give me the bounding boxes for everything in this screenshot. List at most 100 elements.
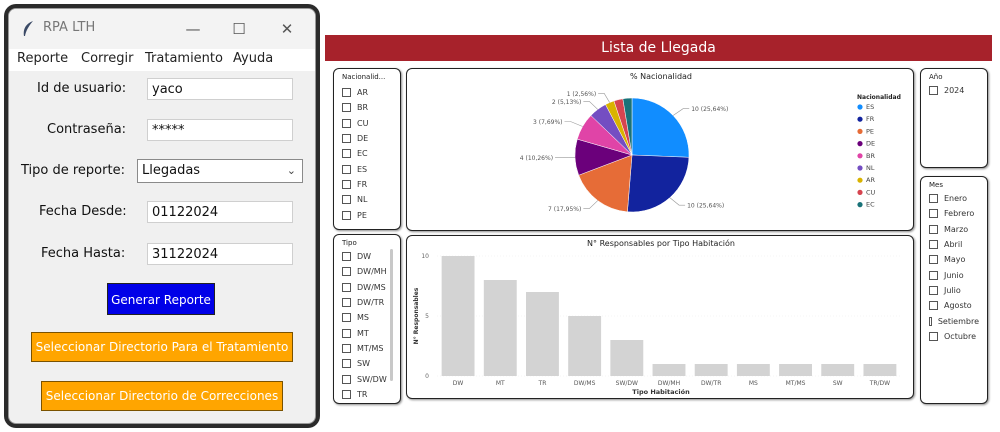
tipo-item[interactable]: TR	[342, 387, 392, 402]
checkbox-icon[interactable]	[929, 240, 938, 250]
checkbox-icon[interactable]	[929, 285, 938, 295]
checkbox-icon[interactable]	[342, 328, 351, 338]
checkbox-icon[interactable]	[929, 194, 938, 204]
month-item[interactable]: Abril	[929, 237, 979, 252]
month-item[interactable]: Julio	[929, 283, 979, 298]
checkbox-icon[interactable]	[342, 343, 351, 353]
pie-chart-card: % Nacionalidad 10 (25,64%) 10 (25,64%) 7 (1…	[406, 68, 914, 231]
date-to-input[interactable]: 31122024	[147, 243, 293, 265]
bar-x-tick: MT	[496, 380, 505, 387]
checkbox-icon[interactable]	[342, 118, 351, 128]
checkbox-icon[interactable]	[342, 374, 351, 384]
bar-y-tick: 10	[421, 253, 429, 260]
checkbox-icon[interactable]	[929, 301, 938, 311]
tipo-item[interactable]: MT/MS	[342, 341, 392, 356]
menu-bar: Reporte Corregir Tratamiento Ayuda	[9, 49, 315, 71]
report-type-select[interactable]: Llegadas ⌄	[137, 159, 303, 183]
close-icon[interactable]: ✕	[275, 17, 299, 41]
title-bar: RPA LTH — ☐ ✕	[9, 9, 315, 49]
tipo-scrollbar[interactable]	[390, 249, 393, 381]
month-item[interactable]: Marzo	[929, 222, 979, 237]
menu-corregir[interactable]: Corregir	[81, 51, 133, 66]
bar-y-tick: 0	[425, 373, 429, 380]
pie-legend-marker	[857, 202, 863, 208]
month-item[interactable]: Mayo	[929, 252, 979, 267]
checkbox-icon[interactable]	[929, 316, 932, 326]
nationality-item[interactable]: BR	[342, 100, 392, 115]
checkbox-icon[interactable]	[342, 149, 351, 159]
bar-ms	[736, 364, 770, 376]
month-item[interactable]: Febrero	[929, 206, 979, 221]
checkbox-icon[interactable]	[929, 86, 938, 95]
month-item-label: Enero	[944, 194, 968, 204]
checkbox-icon[interactable]	[929, 209, 938, 219]
nationality-item-label: CU	[357, 118, 369, 128]
menu-reporte[interactable]: Reporte	[17, 51, 68, 66]
nationality-item[interactable]: DE	[342, 131, 392, 146]
checkbox-icon[interactable]	[342, 252, 351, 262]
nationality-item-label: EC	[357, 149, 368, 159]
checkbox-icon[interactable]	[342, 282, 351, 292]
checkbox-icon[interactable]	[342, 210, 351, 220]
nationality-item[interactable]: NL	[342, 192, 392, 207]
checkbox-icon[interactable]	[929, 224, 938, 234]
checkbox-icon[interactable]	[929, 270, 938, 280]
date-from-input[interactable]: 01122024	[147, 201, 293, 223]
select-treatment-dir-button[interactable]: Seleccionar Directorio Para el Tratamien…	[31, 332, 293, 362]
month-item[interactable]: Enero	[929, 191, 979, 206]
maximize-icon[interactable]: ☐	[227, 17, 251, 41]
nationality-slicer: Nacionalid... AR BR CU DE EC ES FR NL PE	[333, 68, 401, 230]
year-slicer: Año 2024	[920, 68, 988, 168]
checkbox-icon[interactable]	[342, 195, 351, 205]
nationality-item[interactable]: AR	[342, 85, 392, 100]
month-item[interactable]: Junio	[929, 267, 979, 282]
window-title: RPA LTH	[43, 20, 96, 35]
checkbox-icon[interactable]	[342, 389, 351, 399]
checkbox-icon[interactable]	[342, 298, 351, 308]
checkbox-icon[interactable]	[929, 331, 938, 341]
password-input[interactable]: *****	[147, 119, 293, 141]
nationality-item[interactable]: EC	[342, 146, 392, 161]
tipo-item[interactable]: DW/MH	[342, 264, 392, 279]
nationality-item[interactable]: CU	[342, 116, 392, 131]
nationality-item[interactable]: PE	[342, 207, 392, 222]
tipo-item-label: TR	[357, 389, 368, 399]
year-item-label: 2024	[944, 86, 965, 95]
tipo-item[interactable]: DW/TR	[342, 295, 392, 310]
pie-legend-marker	[857, 189, 863, 195]
nationality-item[interactable]: FR	[342, 177, 392, 192]
month-item[interactable]: Agosto	[929, 298, 979, 313]
checkbox-icon[interactable]	[929, 255, 938, 265]
checkbox-icon[interactable]	[342, 164, 351, 174]
month-item-label: Setiembre	[937, 316, 979, 326]
user-id-input[interactable]: yaco	[147, 78, 293, 100]
nationality-item[interactable]: ES	[342, 161, 392, 176]
select-corrections-dir-button[interactable]: Seleccionar Directorio de Correcciones	[41, 381, 283, 411]
tipo-item[interactable]: SW/DW	[342, 371, 392, 386]
bar-dw	[441, 256, 475, 376]
month-item[interactable]: Setiembre	[929, 313, 979, 328]
tipo-item[interactable]: DW/MS	[342, 280, 392, 295]
tipo-item[interactable]: MT	[342, 325, 392, 340]
checkbox-icon[interactable]	[342, 359, 351, 369]
minimize-icon[interactable]: —	[181, 17, 205, 41]
generate-report-button[interactable]: Generar Reporte	[107, 283, 215, 315]
pie-legend-marker	[857, 128, 863, 134]
month-item[interactable]: Octubre	[929, 329, 979, 344]
menu-tratamiento[interactable]: Tratamiento	[145, 51, 223, 66]
tipo-item[interactable]: SW	[342, 356, 392, 371]
bar-x-tick: TR/DW	[869, 380, 890, 387]
year-item[interactable]: 2024	[929, 83, 979, 98]
checkbox-icon[interactable]	[342, 103, 351, 113]
tipo-item-label: SW/DW	[357, 374, 387, 384]
checkbox-icon[interactable]	[342, 267, 351, 277]
tipo-item-label: DW/MH	[357, 267, 387, 277]
checkbox-icon[interactable]	[342, 313, 351, 323]
tipo-item[interactable]: MS	[342, 310, 392, 325]
menu-ayuda[interactable]: Ayuda	[233, 51, 273, 66]
checkbox-icon[interactable]	[342, 179, 351, 189]
tipo-item[interactable]: DW	[342, 249, 392, 264]
checkbox-icon[interactable]	[342, 134, 351, 144]
bar-x-tick: DW/MH	[658, 380, 680, 387]
checkbox-icon[interactable]	[342, 88, 351, 98]
